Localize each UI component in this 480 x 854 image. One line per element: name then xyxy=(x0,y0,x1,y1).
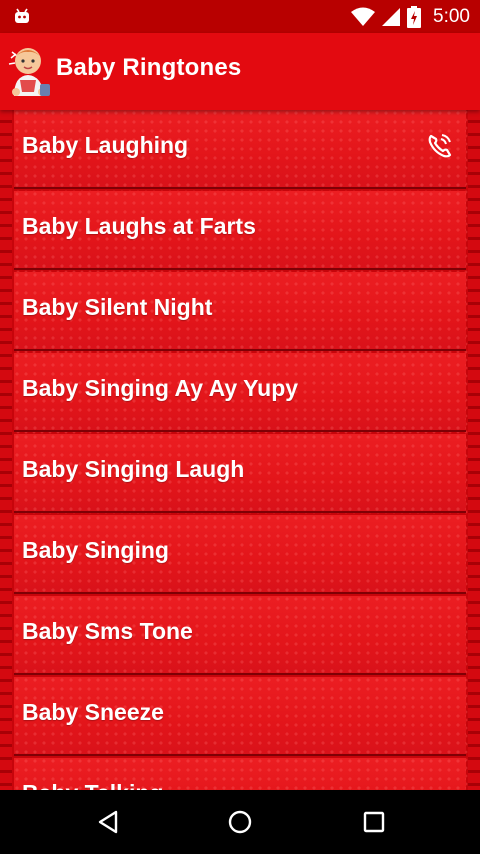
recents-icon[interactable] xyxy=(360,808,388,836)
ringtone-list: Baby Laughing Baby Laughs at Farts Baby … xyxy=(14,110,466,790)
android-icon xyxy=(15,8,29,23)
status-time: 5:00 xyxy=(433,5,470,27)
app-bar: Baby Ringtones xyxy=(0,33,480,110)
app-title: Baby Ringtones xyxy=(56,54,242,81)
list-item[interactable]: Baby Singing Ay Ay Yupy xyxy=(14,353,466,432)
list-item-label: Baby Talking xyxy=(22,780,163,790)
ringtone-list-area[interactable]: Baby Laughing Baby Laughs at Farts Baby … xyxy=(0,110,480,790)
back-icon[interactable] xyxy=(94,808,122,836)
list-item[interactable]: Baby Sms Tone xyxy=(14,596,466,675)
list-item-label: Baby Laughing xyxy=(22,132,189,158)
status-bar: 5:00 xyxy=(0,0,480,33)
baby-logo-icon xyxy=(8,48,50,96)
navigation-bar xyxy=(0,790,480,854)
list-item[interactable]: Baby Laughs at Farts xyxy=(14,191,466,270)
wifi-icon xyxy=(351,7,376,26)
list-item[interactable]: Baby Singing xyxy=(14,515,466,594)
list-item[interactable]: Baby Talking xyxy=(14,758,466,790)
list-item-label: Baby Laughs at Farts xyxy=(22,213,256,239)
list-item[interactable]: Baby Singing Laugh xyxy=(14,434,466,513)
home-icon[interactable] xyxy=(226,808,254,836)
list-item[interactable]: Baby Sneeze xyxy=(14,677,466,756)
list-edge-left xyxy=(0,110,12,790)
list-item[interactable]: Baby Silent Night xyxy=(14,272,466,351)
list-item[interactable]: Baby Laughing xyxy=(14,110,466,189)
list-item-label: Baby Silent Night xyxy=(22,294,213,320)
list-item-label: Baby Sneeze xyxy=(22,699,164,725)
status-icons: 5:00 xyxy=(351,0,470,33)
ringtone-phone-icon[interactable] xyxy=(426,132,454,160)
list-item-label: Baby Singing Ay Ay Yupy xyxy=(22,375,299,401)
battery-charging-icon xyxy=(407,5,422,28)
list-item-label: Baby Singing Laugh xyxy=(22,456,245,482)
list-item-label: Baby Sms Tone xyxy=(22,618,193,644)
signal-icon xyxy=(382,7,401,26)
list-item-label: Baby Singing xyxy=(22,537,169,563)
list-edge-right xyxy=(468,110,480,790)
